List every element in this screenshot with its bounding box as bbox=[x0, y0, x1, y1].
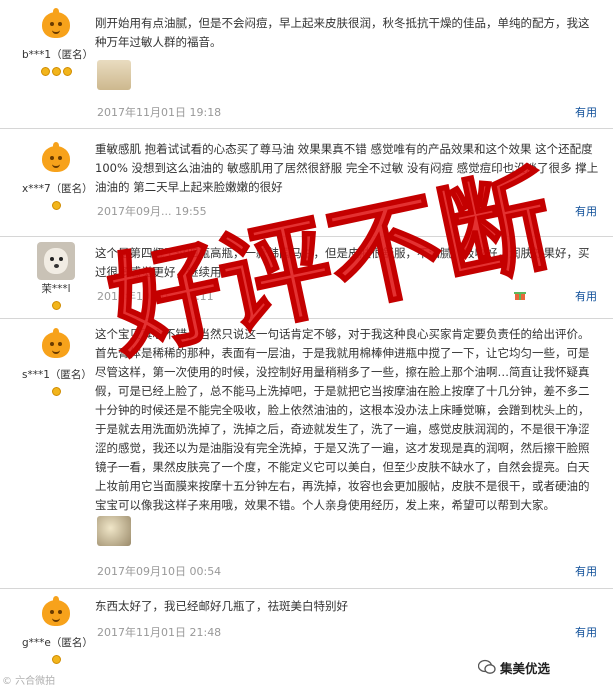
reviewer-info: b***1（匿名） bbox=[22, 8, 93, 76]
watermark-left: © 六合微拍 bbox=[2, 676, 56, 687]
reviewer-name[interactable]: g***e（匿名） bbox=[22, 636, 93, 651]
review-text: 这个宝贝真心不错，当然只说这一句话肯定不够，对于我这种良心买家肯定要负责任的给出… bbox=[95, 327, 590, 512]
medal-icons bbox=[22, 300, 90, 310]
divider bbox=[0, 236, 613, 237]
useful-link[interactable]: 有用 bbox=[575, 563, 597, 579]
orange-mascot-icon[interactable] bbox=[37, 596, 75, 634]
reviewer-name[interactable]: x***7（匿名） bbox=[22, 182, 93, 197]
reviewer-info: s***1（匿名） bbox=[22, 328, 92, 396]
reviewer-name[interactable]: 茉***l bbox=[22, 282, 90, 297]
review-text: 重敏感肌 抱着试试看的心态买了尊马油 效果果真不错 感觉唯有的产品效果和这个效果… bbox=[95, 142, 599, 194]
medal-icons bbox=[22, 386, 90, 396]
orange-mascot-icon[interactable] bbox=[37, 8, 75, 46]
reviewer-info: x***7（匿名） bbox=[22, 142, 93, 210]
reviewer-name[interactable]: s***1（匿名） bbox=[22, 368, 92, 383]
reviewer-name[interactable]: b***1（匿名） bbox=[22, 48, 93, 63]
medal-icons bbox=[22, 66, 90, 76]
review-text: 东西太好了，我已经邮好几瓶了，祛斑美白特别好 bbox=[95, 599, 348, 613]
review-date: 2017年10月0... 10:11 bbox=[97, 290, 214, 303]
review-text: 这个是第四瓶了过四瓶高瓶，一款韩国马油，但是皮肤很舒服，不油腻，吸收好，润肤效果… bbox=[95, 246, 590, 279]
useful-link[interactable]: 有用 bbox=[575, 288, 597, 304]
wechat-icon bbox=[478, 659, 496, 674]
orange-mascot-icon[interactable] bbox=[37, 328, 75, 366]
reviewer-info: g***e（匿名） bbox=[22, 596, 93, 664]
reviewer-info: 茉***l bbox=[22, 242, 90, 310]
medal-icons bbox=[22, 654, 90, 664]
watermark-right: 集美优选 bbox=[500, 661, 551, 676]
divider bbox=[0, 128, 613, 129]
medal-icons bbox=[22, 200, 90, 210]
useful-link[interactable]: 有用 bbox=[575, 624, 597, 640]
review-date: 2017年11月01日 21:48 bbox=[97, 626, 222, 639]
divider bbox=[0, 318, 613, 319]
useful-link[interactable]: 有用 bbox=[575, 104, 597, 120]
review-date: 2017年11月01日 19:18 bbox=[97, 106, 222, 119]
orange-mascot-icon[interactable] bbox=[37, 142, 75, 180]
review-photo-thumbnail[interactable] bbox=[97, 516, 131, 546]
useful-link[interactable]: 有用 bbox=[575, 203, 597, 219]
gift-icon[interactable] bbox=[514, 289, 526, 301]
divider bbox=[0, 588, 613, 589]
dog-photo-icon[interactable] bbox=[37, 242, 75, 280]
review-photo-thumbnail[interactable] bbox=[97, 60, 131, 90]
review-text: 刚开始用有点油腻，但是不会闷痘，早上起来皮肤很润，秋冬抵抗干燥的佳品，单纯的配方… bbox=[95, 16, 590, 49]
review-date: 2017年09月10日 00:54 bbox=[97, 565, 222, 578]
review-date: 2017年09月... 19:55 bbox=[97, 205, 207, 218]
